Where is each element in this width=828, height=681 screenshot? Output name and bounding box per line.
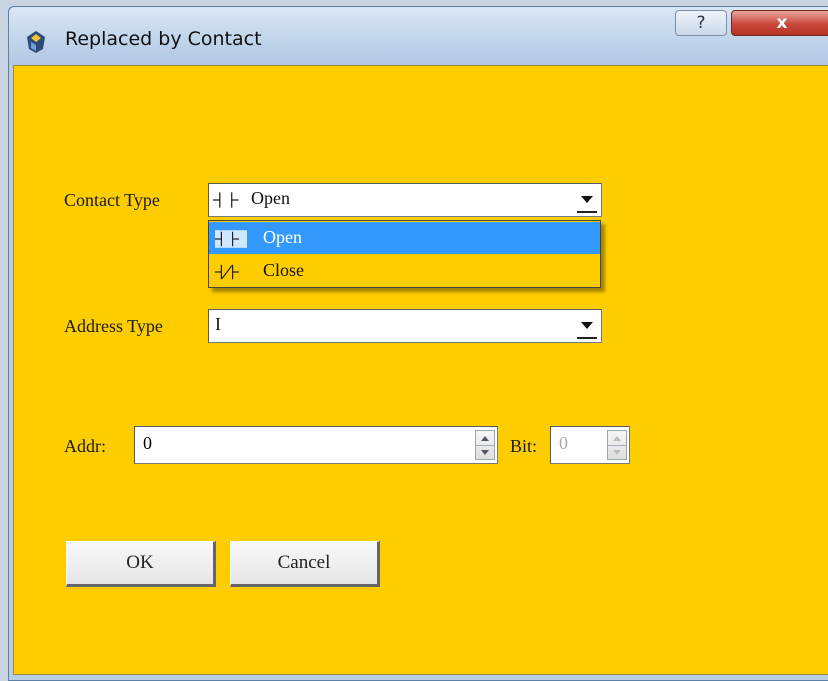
spin-up-icon[interactable] — [608, 431, 626, 446]
dialog-window: Replaced by Contact ? x Contact Type Ope… — [8, 6, 828, 681]
spin-up-icon[interactable] — [476, 431, 494, 446]
address-type-label: Address Type — [64, 316, 163, 336]
bit-label: Bit: — [510, 436, 538, 456]
dialog-client-area: Contact Type Open Open Close Address Typ… — [13, 65, 828, 675]
spin-down-icon[interactable] — [476, 445, 494, 459]
dropdown-option-open[interactable]: Open — [209, 222, 600, 254]
close-button[interactable]: x — [731, 10, 828, 36]
app-icon — [27, 31, 45, 53]
bit-value: 0 — [559, 433, 568, 453]
addr-value: 0 — [143, 433, 152, 453]
addr-spin-buttons — [475, 430, 495, 460]
ok-button[interactable]: OK — [66, 541, 216, 587]
normally-open-contact-icon — [213, 192, 239, 208]
contact-type-combobox[interactable]: Open — [208, 183, 602, 217]
address-type-selected-value: I — [215, 314, 221, 334]
spin-down-icon[interactable] — [608, 445, 626, 459]
title-bar[interactable]: Replaced by Contact ? x — [9, 7, 828, 65]
addr-spinbox[interactable]: 0 — [134, 426, 498, 464]
window-title: Replaced by Contact — [65, 28, 262, 50]
dropdown-option-close[interactable]: Close — [209, 255, 600, 287]
bit-spin-buttons — [607, 430, 627, 460]
address-type-combobox[interactable]: I — [208, 309, 602, 343]
chevron-down-icon[interactable] — [577, 313, 597, 339]
normally-open-contact-icon — [215, 230, 247, 248]
contact-type-dropdown-list: Open Close — [208, 220, 601, 288]
normally-closed-contact-icon — [215, 264, 239, 280]
chevron-down-icon[interactable] — [577, 187, 597, 213]
help-button[interactable]: ? — [675, 10, 727, 36]
bit-spinbox[interactable]: 0 — [550, 426, 630, 464]
dropdown-option-label: Open — [263, 227, 302, 247]
dropdown-option-label: Close — [263, 260, 305, 280]
contact-type-label: Contact Type — [64, 190, 160, 210]
contact-type-selected-value: Open — [251, 188, 290, 208]
cancel-button[interactable]: Cancel — [230, 541, 380, 587]
addr-label: Addr: — [64, 436, 106, 456]
